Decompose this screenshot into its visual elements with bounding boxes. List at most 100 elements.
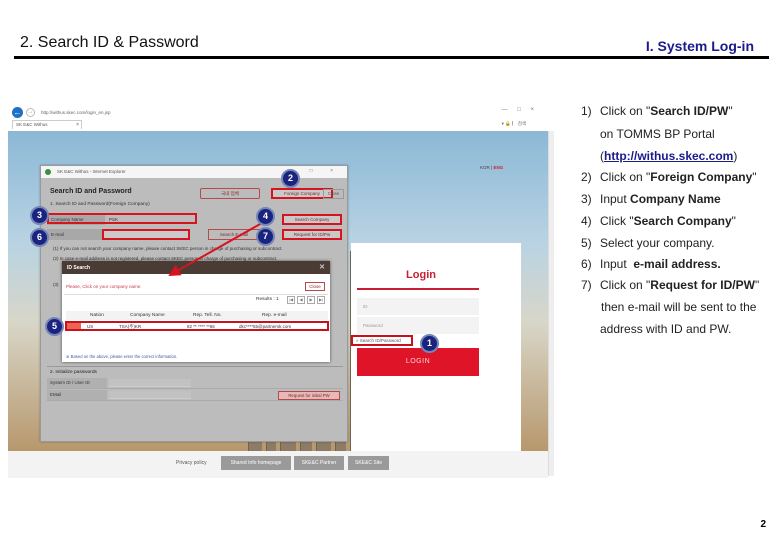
close-icon[interactable]: ✕ [319,263,325,271]
step-1: 1) Click on "Search ID/PW" [581,104,733,118]
step-keyword: Request for ID/PW [650,278,755,292]
email-init-label: EMail [47,390,107,400]
id-search-footnote: ※ Based on the above, please enter the c… [66,354,178,359]
step-number: 7) [581,278,592,292]
search-id-password-link[interactable]: » Search ID/Password [351,335,413,346]
forward-arrow-icon[interactable]: → [26,107,35,117]
system-id-label: System ID / User ID [47,378,107,388]
cell-company-name[interactable]: TSA(주)KR [119,324,141,330]
email-input[interactable] [102,229,190,240]
column-header: Rep. e-mail [262,313,287,318]
request-initial-pw-button[interactable]: Request for initial PW [278,391,340,400]
step-keyword: Search ID/PW [650,104,729,118]
step-text: Click on " [600,278,651,292]
column-header: Rep. Tell. No. [193,313,222,318]
system-id-input[interactable] [109,379,191,387]
login-divider [357,288,479,290]
first-page-button[interactable]: |◀ [287,296,295,304]
step-1-line3: (http://withus.skec.com) [600,149,737,163]
step-number: 1) [581,104,592,118]
step-number: 6) [581,257,592,271]
email-init-row: EMail Request for initial PW [47,390,343,401]
shared-info-homepage-button[interactable]: Shared Info homepage [221,456,291,470]
step-keyword: e-mail address. [633,257,721,271]
step-3: 3) Input Company Name [581,192,721,206]
initialize-passwords-section: 2. Initialize passwords System ID / User… [47,366,343,402]
step-badge-5: 5 [45,317,64,336]
step-7-line2: then e-mail will be sent to the [601,300,757,314]
last-page-button[interactable]: ▶| [317,296,325,304]
lang-kor-link[interactable]: KOR [480,165,490,170]
login-button[interactable]: LOGIN [357,348,479,376]
popup-titlebar: SK E&C Withus - Internet Explorer □ × [41,166,347,178]
cell-email: dkc****55@partnersk.com [239,324,292,329]
step-text: Click on " [600,170,651,184]
login-title: Login [406,269,436,281]
next-page-button[interactable]: ▶ [307,296,315,304]
table-header: Nation Company Name Rep. Tell. No. Rep. … [66,311,328,320]
step-text: " [731,214,736,228]
url-field[interactable]: http://withus.skec.com/login_en.jsp [41,110,111,115]
browser-tab[interactable]: SK E&C Withus × [12,120,82,129]
browser-toolbar-right[interactable]: ▾ 🔒 ▏ 검색 [502,121,526,127]
internet-explorer-icon [45,169,51,175]
email-label: E-mail [47,229,105,240]
section2-title: 2. Initialize passwords [50,370,97,375]
skec-partner-button[interactable]: SKE&C Partner [294,456,344,470]
prev-page-button[interactable]: ◀ [297,296,305,304]
step-5: 5) Select your company. [581,236,715,250]
domestic-company-button[interactable]: 국내 업체 [200,188,260,199]
portal-url-link[interactable]: http://withus.skec.com [604,149,733,163]
step-number: 2) [581,170,592,184]
step-number: 4) [581,214,592,228]
step-7-line3: address with ID and PW. [600,322,732,336]
company-name-highlight [47,213,197,224]
tab-strip: SK E&C Withus × [8,119,558,130]
search-email-button[interactable]: Search E-mail [208,229,260,240]
note-line: (1) If you can not search your company n… [53,246,283,251]
step-6: 6) Input e-mail address. [581,257,721,271]
step-text: Input [600,192,631,206]
slide-title: 2. Search ID & Password [20,34,199,51]
popup-window-controls[interactable]: □ × [310,168,341,174]
skec-site-button[interactable]: SKE&C Site [348,456,389,470]
step-badge-7: 7 [256,227,275,246]
page-scrollbar[interactable] [548,131,554,476]
step-text: " [754,278,760,292]
id-search-close-button[interactable]: Close [305,282,325,291]
cell-nation: US [87,324,94,329]
email-init-input[interactable] [109,391,191,399]
back-arrow-icon[interactable]: ← [12,106,23,118]
step-1-line2: on TOMMS BP Portal [600,127,715,141]
step-text: Input [600,257,634,271]
title-divider [14,56,769,59]
table-row[interactable]: US TSA(주)KR 82 ** **** **66 dkc****55@pa… [65,321,329,331]
id-input[interactable]: ID [357,298,479,315]
step-text: Click on " [600,104,651,118]
id-search-header: ID Search ✕ [62,261,330,274]
step-number: 5) [581,236,592,250]
request-id-pw-button[interactable]: Request for ID/Pw [282,229,342,240]
tab-title: SK E&C Withus [16,122,48,127]
id-search-dialog: ID Search ✕ Please, Click on your compan… [62,261,330,362]
tab-close-icon[interactable]: × [76,121,79,129]
step-badge-2: 2 [281,169,300,188]
popup-window-title: SK E&C Withus - Internet Explorer [57,169,126,174]
row-select-marker[interactable] [67,323,81,329]
step-number: 3) [581,192,592,206]
search-company-button[interactable]: Search Company [282,214,342,225]
divider [64,294,328,295]
lang-eng-link[interactable]: ENG [493,165,503,170]
cell-tel: 82 ** **** **66 [187,324,215,329]
step-4: 4) Click "Search Company" [581,214,736,228]
step-badge-3: 3 [30,206,49,225]
browser-window-controls[interactable]: — □ × [502,107,538,113]
step-text: " [728,104,733,118]
portal-footer: Privacy policy Shared Info homepage SKE&… [8,451,548,478]
page-number: 2 [760,519,766,530]
step-badge-1: 1 [420,334,439,353]
step-text: Select your company. [600,236,715,250]
privacy-policy-link[interactable]: Privacy policy [176,460,207,466]
password-input[interactable]: Password [357,317,479,334]
popup-close-button[interactable]: Close [323,189,344,199]
